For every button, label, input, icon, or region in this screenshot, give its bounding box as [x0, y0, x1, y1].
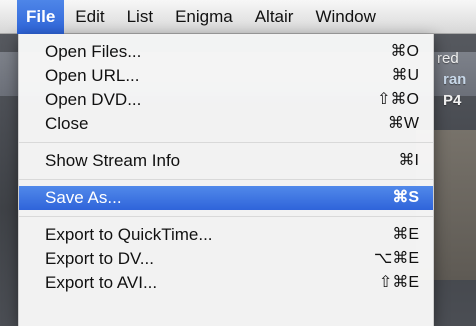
shortcut-label: ⌘E [392, 226, 419, 243]
shortcut-label: ⌘O [390, 43, 419, 60]
menu-item-open-files[interactable]: Open Files... ⌘O [19, 40, 433, 64]
shortcut-label: ⌘U [391, 67, 419, 84]
menu-window[interactable]: Window [304, 0, 386, 34]
menu-item-label: Open DVD... [45, 90, 142, 109]
menu-item-label: Export to AVI... [45, 273, 158, 292]
menu-item-label: Show Stream Info [45, 151, 181, 170]
menu-item-export-avi[interactable]: Export to AVI... ⇧⌘E [19, 271, 433, 295]
menu-item-label: Save As... [45, 188, 122, 207]
background-text-2: ran [443, 71, 467, 88]
menu-item-open-dvd[interactable]: Open DVD... ⇧⌘O [19, 88, 433, 112]
menu-item-label: Open URL... [45, 66, 140, 85]
menu-item-export-quicktime[interactable]: Export to QuickTime... ⌘E [19, 223, 433, 247]
menu-enigma[interactable]: Enigma [164, 0, 244, 34]
menu-item-close[interactable]: Close ⌘W [19, 112, 433, 136]
background-text-1: red [437, 50, 459, 67]
menu-item-label: Open Files... [45, 42, 142, 61]
menu-item-label: Close [45, 114, 89, 133]
background-text-3: P4 [443, 92, 462, 109]
menu-item-show-stream-info[interactable]: Show Stream Info ⌘I [19, 149, 433, 173]
file-menu-dropdown: Open Files... ⌘O Open URL... ⌘U Open DVD… [18, 34, 434, 326]
shortcut-label: ⇧⌘O [377, 91, 419, 108]
menu-item-label: Export to QuickTime... [45, 225, 213, 244]
menu-separator [19, 179, 433, 180]
shortcut-label: ⌘W [387, 115, 419, 132]
menu-item-save-as[interactable]: Save As... ⌘S [19, 186, 433, 210]
menu-item-export-dv[interactable]: Export to DV... ⌥⌘E [19, 247, 433, 271]
shortcut-label: ⌘I [398, 152, 419, 169]
menu-separator [19, 142, 433, 143]
shortcut-label: ⌥⌘E [373, 250, 419, 267]
menu-separator [19, 216, 433, 217]
shortcut-label: ⌘S [392, 189, 419, 206]
menu-list[interactable]: List [116, 0, 164, 34]
menu-item-open-url[interactable]: Open URL... ⌘U [19, 64, 433, 88]
menu-bar: File Edit List Enigma Altair Window [0, 0, 476, 34]
menu-altair[interactable]: Altair [244, 0, 305, 34]
menu-item-label: Export to DV... [45, 249, 154, 268]
menu-edit[interactable]: Edit [64, 0, 115, 34]
menu-file[interactable]: File [17, 0, 65, 34]
shortcut-label: ⇧⌘E [378, 274, 419, 291]
